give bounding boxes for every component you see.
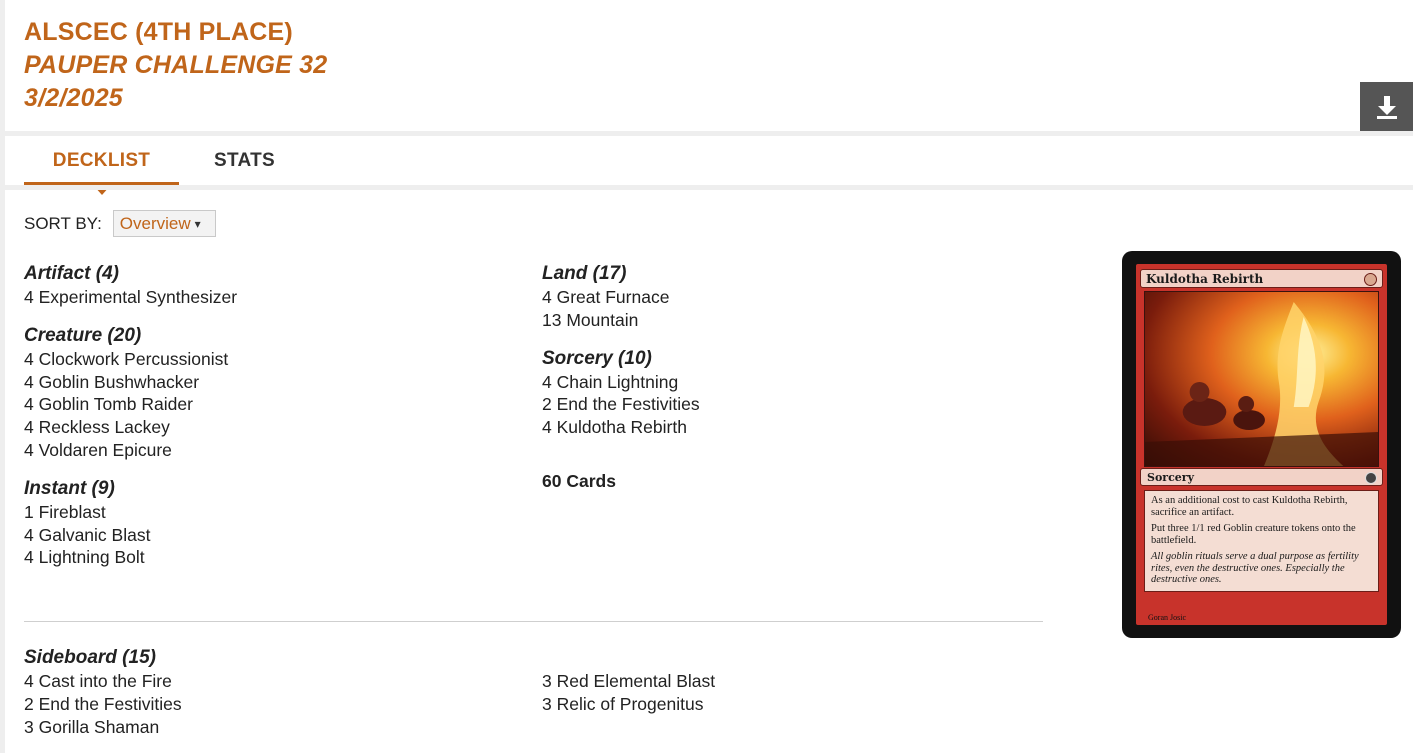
card-name-bar: Kuldotha Rebirth — [1140, 269, 1383, 288]
goblin-ritual-art — [1145, 302, 1378, 466]
card-name: Kuldotha Rebirth — [1146, 271, 1264, 286]
event-title: PAUPER CHALLENGE 32 — [24, 51, 328, 79]
player-title: ALSCEC (4TH PLACE) — [24, 18, 293, 46]
sort-label: SORT BY: — [24, 213, 102, 233]
card-entry[interactable]: 4 Voldaren Epicure — [24, 439, 237, 462]
category-sorcery: Sorcery (10) 4 Chain Lightning 2 End the… — [542, 347, 700, 439]
category-heading: Creature (20) — [24, 324, 142, 346]
mana-symbol-icon — [1364, 273, 1377, 286]
left-border — [0, 0, 5, 753]
deck-header: ALSCEC (4TH PLACE) PAUPER CHALLENGE 32 3… — [24, 16, 327, 115]
card-artist: Goran Josic — [1148, 613, 1186, 622]
category-instant: Instant (9) 1 Fireblast 4 Galvanic Blast… — [24, 477, 237, 569]
tab-separator — [5, 185, 1413, 190]
event-date: 3/2/2025 — [24, 84, 123, 112]
tab-bar: DECKLIST STATS — [24, 136, 275, 195]
sort-row: SORT BY: Overview ▾ — [24, 210, 216, 237]
card-preview-image: Kuldotha Rebirth Sorcery As an additiona… — [1122, 251, 1401, 638]
sideboard-heading: Sideboard (15) — [24, 647, 156, 668]
category-heading: Sorcery (10) — [542, 347, 652, 369]
card-frame: Kuldotha Rebirth Sorcery As an additiona… — [1136, 264, 1387, 625]
card-entry[interactable]: 4 Experimental Synthesizer — [24, 286, 237, 309]
card-artwork — [1144, 291, 1379, 467]
category-artifact: Artifact (4) 4 Experimental Synthesizer — [24, 262, 237, 309]
page: ALSCEC (4TH PLACE) PAUPER CHALLENGE 32 3… — [0, 0, 1413, 753]
chevron-down-icon: ▾ — [194, 216, 201, 231]
sort-select[interactable]: Overview ▾ — [112, 210, 216, 237]
tab-stats-label: STATS — [214, 150, 275, 171]
card-entry[interactable]: 3 Relic of Progenitus — [542, 693, 715, 716]
card-entry[interactable]: 4 Great Furnace — [542, 286, 700, 309]
card-entry[interactable]: 4 Kuldotha Rebirth — [542, 416, 700, 439]
category-heading: Artifact (4) — [24, 263, 120, 284]
card-entry[interactable]: 4 Cast into the Fire — [24, 670, 182, 693]
download-button[interactable] — [1360, 82, 1413, 131]
card-type-line: Sorcery — [1140, 468, 1383, 486]
sideboard-right-column: 3 Red Elemental Blast 3 Relic of Progeni… — [542, 670, 715, 716]
maindeck-right-column: Land (17) 4 Great Furnace 13 Mountain So… — [542, 262, 700, 492]
category-creature: Creature (20) 4 Clockwork Percussionist … — [24, 324, 237, 462]
sideboard-divider — [24, 621, 1043, 622]
tab-decklist[interactable]: DECKLIST — [24, 136, 179, 195]
card-entry[interactable]: 4 Goblin Tomb Raider — [24, 393, 237, 416]
card-entry[interactable]: 1 Fireblast — [24, 501, 237, 524]
card-entry[interactable]: 4 Goblin Bushwhacker — [24, 371, 237, 394]
set-symbol-icon — [1365, 472, 1377, 484]
category-heading: Instant (9) — [24, 477, 115, 499]
category-heading: Land (17) — [542, 263, 627, 284]
card-rules-text: As an additional cost to cast Kuldotha R… — [1151, 495, 1348, 518]
card-entry[interactable]: 4 Lightning Bolt — [24, 546, 237, 569]
download-icon — [1376, 95, 1397, 119]
card-entry[interactable]: 13 Mountain — [542, 309, 700, 332]
card-entry[interactable]: 4 Chain Lightning — [542, 371, 700, 394]
card-entry[interactable]: 4 Galvanic Blast — [24, 524, 237, 547]
category-land: Land (17) 4 Great Furnace 13 Mountain — [542, 262, 700, 332]
card-entry[interactable]: 2 End the Festivities — [542, 393, 700, 416]
card-entry[interactable]: 4 Clockwork Percussionist — [24, 348, 237, 371]
tab-stats[interactable]: STATS — [214, 136, 275, 186]
tab-decklist-label: DECKLIST — [52, 150, 151, 171]
card-entry[interactable]: 2 End the Festivities — [24, 693, 182, 716]
card-type: Sorcery — [1147, 470, 1194, 484]
card-entry[interactable]: 3 Red Elemental Blast — [542, 670, 715, 693]
card-flavor-text: All goblin rituals serve a dual purpose … — [1151, 551, 1359, 585]
card-entry[interactable]: 3 Gorilla Shaman — [24, 716, 182, 739]
card-text-box: As an additional cost to cast Kuldotha R… — [1144, 490, 1379, 592]
maindeck-left-column: Artifact (4) 4 Experimental Synthesizer … — [24, 262, 237, 569]
sideboard-left-column: Sideboard (15) 4 Cast into the Fire 2 En… — [24, 646, 182, 738]
card-entry[interactable]: 4 Reckless Lackey — [24, 416, 237, 439]
sort-selected-value: Overview — [119, 213, 191, 233]
card-rules-text: Put three 1/1 red Goblin creature tokens… — [1151, 523, 1356, 546]
deck-total: 60 Cards — [542, 470, 616, 491]
